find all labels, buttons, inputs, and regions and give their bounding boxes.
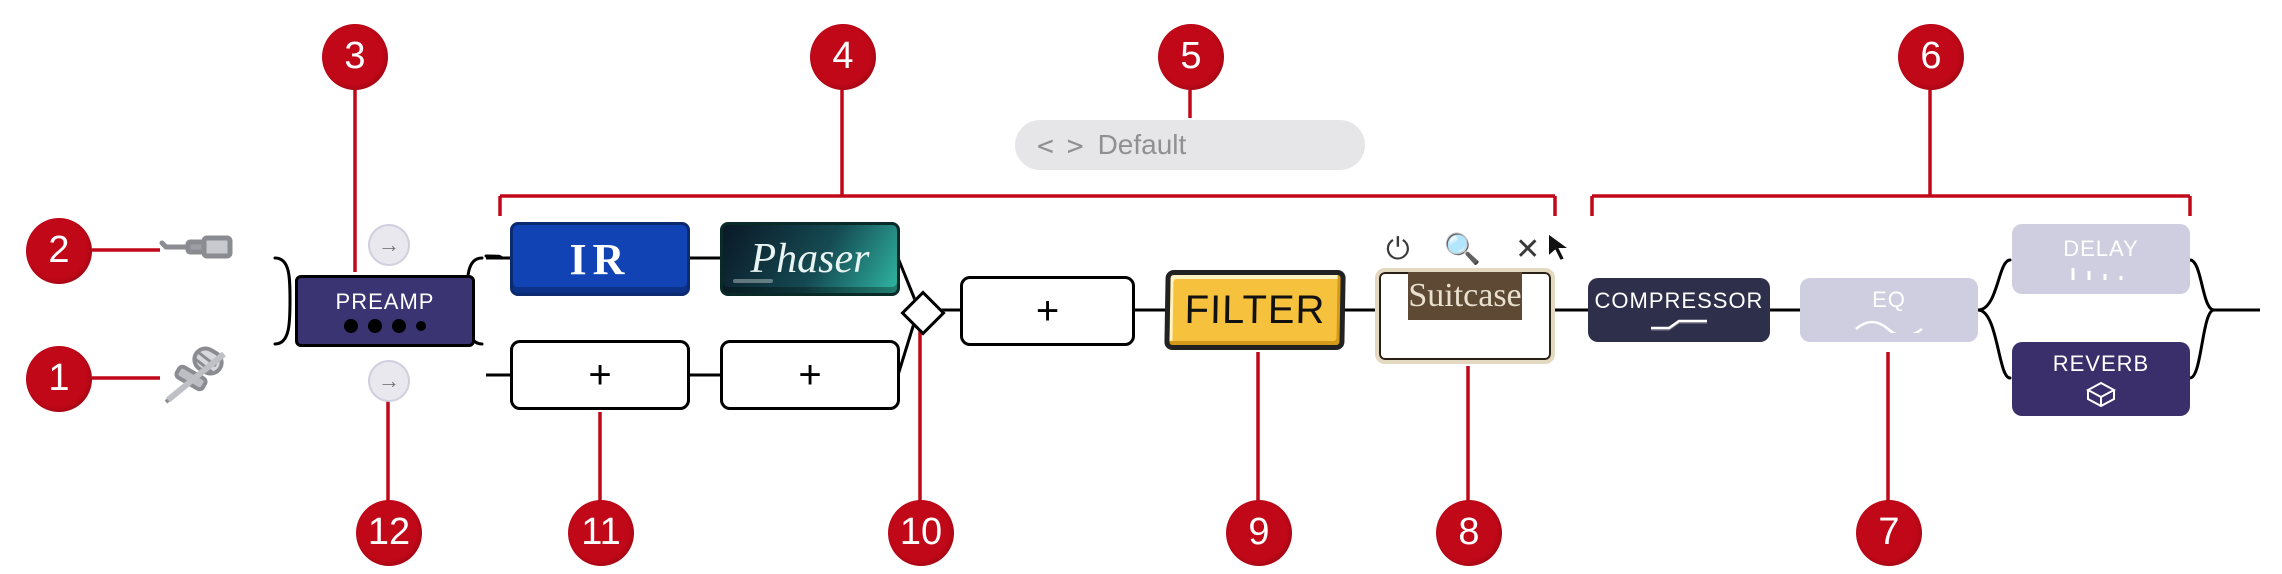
preset-nav-arrows[interactable]: < > <box>1037 129 1082 162</box>
compressor-block[interactable]: COMPRESSOR <box>1588 278 1770 342</box>
merge-node[interactable] <box>907 297 939 329</box>
callout-11: 11 <box>568 500 634 566</box>
delay-block[interactable]: DELAY <box>2012 224 2190 294</box>
close-icon[interactable]: ✕ <box>1515 232 1540 267</box>
zoom-icon[interactable]: 🔍 <box>1444 232 1481 267</box>
callout-3: 3 <box>322 24 388 90</box>
suitcase-label: Suitcase <box>1408 277 1521 315</box>
add-icon: + <box>798 353 821 398</box>
delay-label: DELAY <box>2063 236 2139 262</box>
callout-8: 8 <box>1436 500 1502 566</box>
empty-slot-b2[interactable]: + <box>720 340 900 410</box>
suitcase-block[interactable]: Suitcase <box>1375 268 1555 364</box>
route-arrow-bottom[interactable]: → <box>368 360 410 402</box>
reverb-cube-icon <box>2086 381 2116 407</box>
eq-block[interactable]: EQ <box>1800 278 1978 342</box>
callout-9: 9 <box>1226 500 1292 566</box>
diamond-icon <box>900 290 945 335</box>
empty-slot-m1[interactable]: + <box>960 276 1135 346</box>
input-mic-icon[interactable] <box>158 346 238 415</box>
callout-7: 7 <box>1856 500 1922 566</box>
callout-4: 4 <box>810 24 876 90</box>
phaser-block[interactable]: Phaser <box>720 222 900 296</box>
callout-1: 1 <box>26 346 92 412</box>
empty-slot-b1[interactable]: + <box>510 340 690 410</box>
filter-label: FILTER <box>1184 288 1326 333</box>
input-jack-icon[interactable] <box>158 222 238 279</box>
phaser-label: Phaser <box>751 235 870 283</box>
callout-10: 10 <box>888 500 954 566</box>
power-icon[interactable]: ⏻ <box>1386 233 1410 267</box>
add-icon: + <box>588 353 611 398</box>
compressor-icon <box>1649 318 1709 332</box>
compressor-label: COMPRESSOR <box>1595 288 1764 314</box>
route-arrow-top[interactable]: → <box>368 224 410 266</box>
filter-block[interactable]: FILTER <box>1164 270 1345 350</box>
callout-5: 5 <box>1158 24 1224 90</box>
slot-hover-toolbar: ⏻ 🔍 ✕ <box>1386 232 1574 267</box>
ir-block[interactable]: IR <box>510 222 690 296</box>
callout-12: 12 <box>356 500 422 566</box>
reverb-block[interactable]: REVERB <box>2012 342 2190 416</box>
cursor-icon <box>1546 231 1574 263</box>
eq-icon <box>1854 317 1924 333</box>
preamp-knob-row <box>344 319 426 333</box>
reverb-label: REVERB <box>2053 351 2149 377</box>
callout-2: 2 <box>26 218 92 284</box>
arrow-icon: → <box>378 368 400 394</box>
callout-6: 6 <box>1898 24 1964 90</box>
arrow-icon: → <box>378 232 400 258</box>
preset-selector[interactable]: < > Default <box>1015 120 1365 170</box>
preset-name: Default <box>1098 129 1187 161</box>
preamp-label: PREAMP <box>336 289 435 315</box>
preamp-block[interactable]: PREAMP <box>295 275 475 347</box>
ir-label: IR <box>570 234 631 285</box>
add-icon: + <box>1036 289 1059 334</box>
delay-icon <box>2069 266 2133 282</box>
eq-label: EQ <box>1872 287 1906 313</box>
